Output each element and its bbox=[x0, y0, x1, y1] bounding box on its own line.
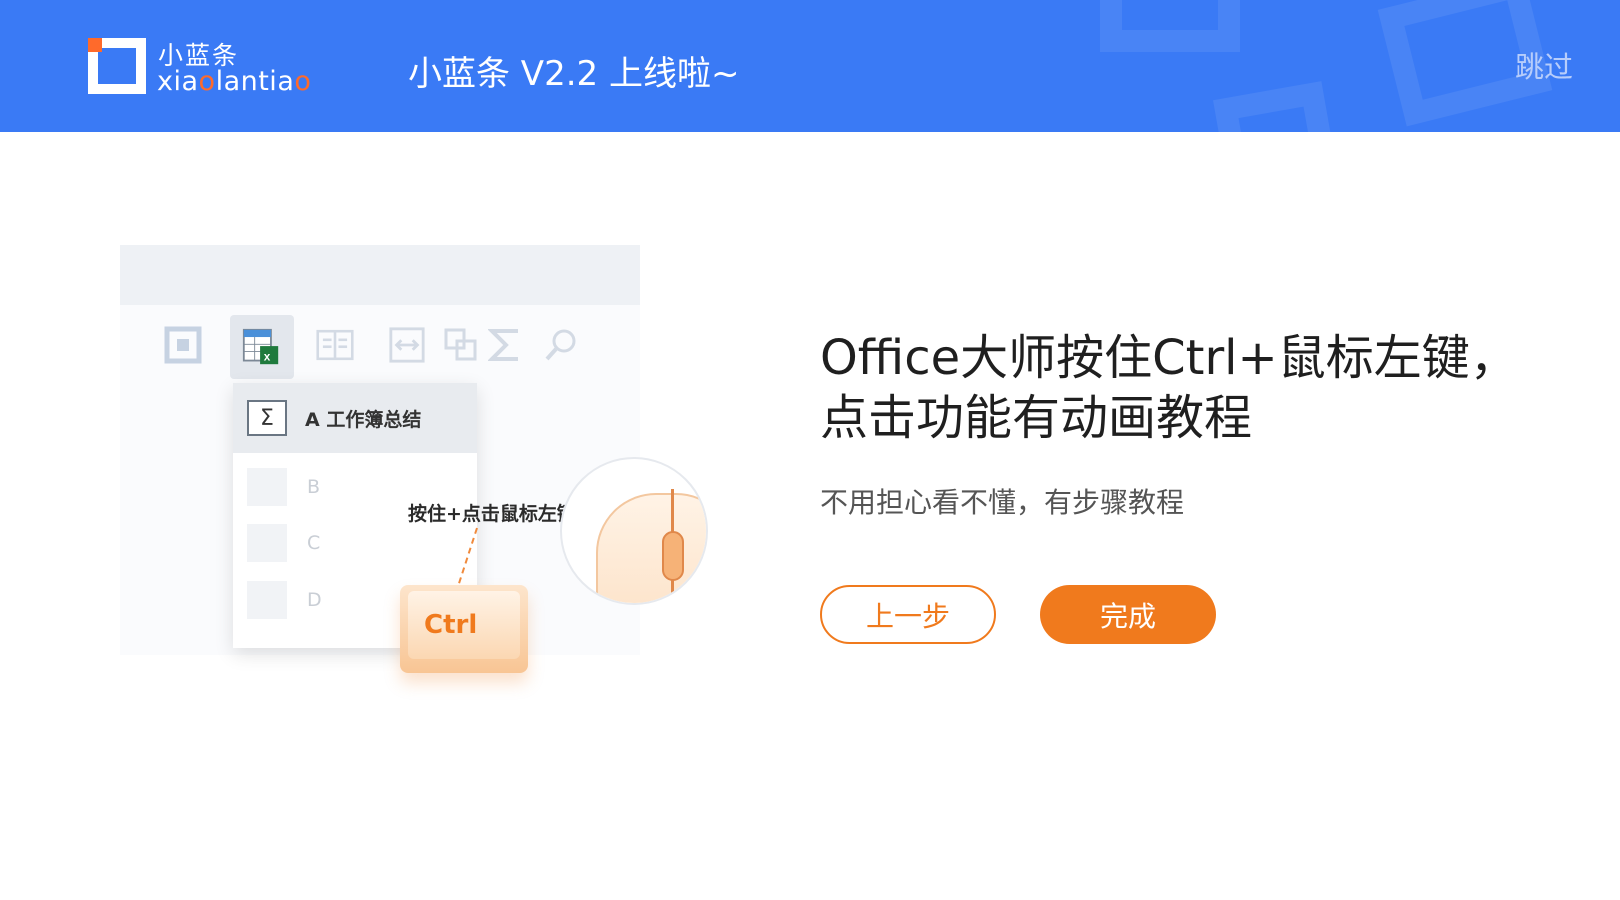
app-window-mock: x Σ A 工作簿总结 B C D bbox=[120, 245, 640, 655]
logo-text-en: xiaolantiao bbox=[157, 66, 312, 97]
frame-icon bbox=[164, 325, 202, 365]
prev-step-button[interactable]: 上一步 bbox=[820, 585, 996, 644]
copy-icon bbox=[442, 325, 480, 365]
header-bar: 小蓝条 xiaolantiao 小蓝条 V2.2 上线啦~ 跳过 bbox=[0, 0, 1620, 132]
logo-icon bbox=[88, 38, 146, 94]
resize-icon bbox=[388, 325, 426, 365]
decoration bbox=[1100, 0, 1240, 52]
ctrl-key: Ctrl bbox=[400, 585, 528, 673]
book-icon bbox=[316, 325, 354, 365]
hint-label: 按住+点击鼠标左键 bbox=[408, 503, 576, 525]
sum-icon: Σ bbox=[247, 400, 287, 436]
tutorial-subtitle: 不用担心看不懂，有步骤教程 bbox=[820, 486, 1185, 519]
page-title: 小蓝条 V2.2 上线啦~ bbox=[408, 54, 740, 94]
tutorial-heading: Office大师按住Ctrl+鼠标左键， 点击功能有动画教程 bbox=[820, 330, 1518, 446]
window-titlebar bbox=[120, 245, 640, 305]
menu-item-c[interactable]: C bbox=[247, 523, 447, 563]
done-button[interactable]: 完成 bbox=[1040, 585, 1216, 644]
mouse-body bbox=[596, 493, 706, 603]
tutorial-illustration: x Σ A 工作簿总结 B C D 按住+点击鼠标左键 Ctrl bbox=[120, 245, 710, 715]
mouse-icon bbox=[560, 457, 708, 605]
ctrl-key-label: Ctrl bbox=[408, 591, 520, 659]
search-icon bbox=[542, 325, 580, 365]
mouse-wheel bbox=[662, 531, 684, 581]
skip-button[interactable]: 跳过 bbox=[1515, 44, 1573, 86]
sigma-icon bbox=[486, 325, 524, 365]
decoration bbox=[1213, 81, 1337, 132]
excel-icon[interactable]: x bbox=[242, 327, 280, 367]
svg-text:x: x bbox=[264, 351, 271, 364]
menu-item-a[interactable]: Σ A 工作簿总结 bbox=[233, 383, 477, 453]
